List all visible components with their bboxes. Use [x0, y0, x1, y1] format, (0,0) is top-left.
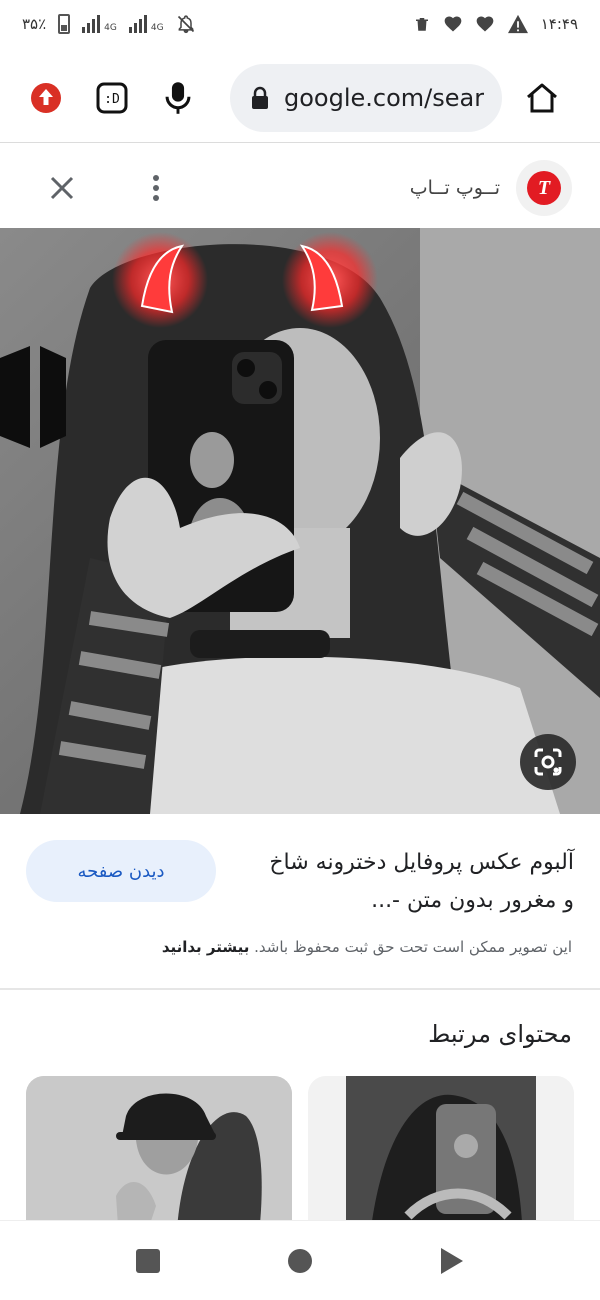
clock: ۱۴:۴۹	[540, 15, 578, 33]
site-logo[interactable]: T	[516, 160, 572, 216]
more-vert-icon	[153, 175, 159, 201]
browser-toolbar: :D google.com/sear	[0, 58, 600, 138]
recents-button[interactable]	[128, 1241, 168, 1281]
home-nav-button[interactable]	[280, 1241, 320, 1281]
emoji-face-icon: :D	[96, 82, 128, 114]
close-icon	[50, 176, 74, 200]
learn-more-link[interactable]: بیشتر بدانید	[162, 938, 250, 956]
back-triangle-icon	[441, 1247, 463, 1274]
lock-icon	[252, 86, 268, 109]
emoji-button[interactable]: :D	[84, 70, 140, 126]
battery-percent: ۳۵٪	[22, 15, 47, 33]
status-left: ۳۵٪ 4G 4G	[22, 14, 196, 34]
google-lens-icon	[534, 748, 562, 776]
copyright-text: این تصویر ممکن است تحت حق ثبت محفوظ باشد…	[254, 938, 572, 956]
related-thumbnail[interactable]	[308, 1076, 574, 1220]
screen: ۳۵٪ 4G 4G ۱۴:۴۹ :D google.com/sear تــوپ…	[0, 0, 600, 1300]
mute-bell-icon	[177, 15, 194, 34]
related-thumbnail[interactable]	[26, 1076, 292, 1220]
result-image[interactable]: ۸ ۸	[0, 228, 600, 814]
heart-icon	[476, 16, 494, 32]
address-bar[interactable]: google.com/sear	[230, 64, 502, 132]
trash-notification-icon	[415, 18, 428, 31]
site-logo-letter: T	[527, 171, 561, 205]
svg-text::D: :D	[104, 92, 120, 107]
voice-search-button[interactable]	[150, 70, 206, 126]
status-bar: ۳۵٪ 4G 4G ۱۴:۴۹	[0, 0, 600, 48]
site-header: تــوپ تــاپ T	[0, 150, 600, 226]
upload-icon	[31, 83, 61, 113]
google-lens-button[interactable]	[520, 734, 576, 790]
related-content-heading: محتوای مرتبط	[428, 1020, 572, 1048]
related-content-row	[26, 1076, 574, 1220]
signal-icon: 4G	[128, 15, 164, 33]
visit-page-button[interactable]: دیدن صفحه	[26, 840, 216, 902]
system-navigation-bar	[0, 1220, 600, 1300]
result-info: آلبوم عکس پروفایل دخترونه شاخ و مغرور بد…	[0, 828, 600, 978]
recents-square-icon	[136, 1248, 160, 1273]
home-button[interactable]	[514, 70, 570, 126]
battery-icon	[58, 14, 71, 34]
network-type: 4G	[150, 23, 164, 33]
heart-icon	[444, 16, 462, 32]
site-name[interactable]: تــوپ تــاپ	[410, 177, 500, 199]
warning-icon	[507, 14, 528, 34]
close-button[interactable]	[40, 166, 84, 210]
signal-icon: 4G	[82, 15, 117, 33]
page-title[interactable]: آلبوم عکس پروفایل دخترونه شاخ و مغرور بد…	[254, 844, 574, 920]
copyright-notice: این تصویر ممکن است تحت حق ثبت محفوظ باشد…	[162, 938, 572, 956]
microphone-icon	[165, 82, 191, 114]
photo-illustration	[0, 228, 600, 814]
home-circle-icon	[288, 1248, 312, 1273]
home-icon	[527, 83, 557, 113]
thumbnail-illustration	[26, 1076, 292, 1220]
status-right: ۱۴:۴۹	[413, 14, 578, 34]
toolbar-divider	[0, 142, 600, 143]
back-button[interactable]	[432, 1241, 472, 1281]
more-options-button[interactable]	[136, 166, 176, 210]
upload-button[interactable]	[18, 70, 74, 126]
section-divider	[0, 988, 600, 990]
network-type: 4G	[104, 23, 117, 33]
thumbnail-illustration	[308, 1076, 574, 1220]
url-text: google.com/sear	[284, 84, 485, 112]
